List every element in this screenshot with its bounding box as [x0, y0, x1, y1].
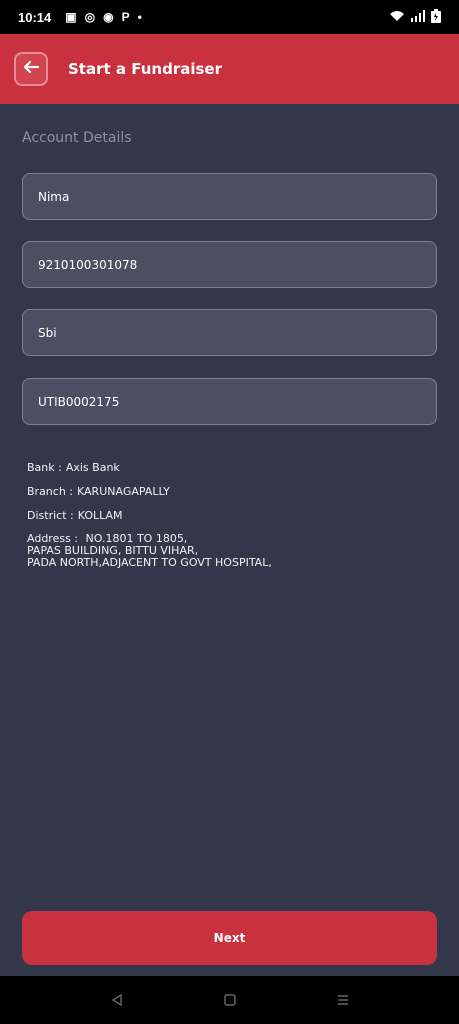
district-row: District : KOLLAM: [27, 509, 272, 522]
arrow-left-icon: [22, 58, 40, 81]
bank-row: Bank : Axis Bank: [27, 461, 272, 474]
page-title: Start a Fundraiser: [68, 60, 222, 78]
p-icon: P: [121, 10, 130, 24]
section-title: Account Details: [22, 130, 132, 146]
system-nav-bar: [0, 976, 459, 1024]
signal-icon: [411, 9, 425, 25]
status-time: 10:14: [18, 9, 52, 25]
branch-label: Branch :: [27, 485, 74, 498]
back-button[interactable]: [14, 52, 48, 86]
status-right: [389, 8, 441, 26]
district-value: KOLLAM: [77, 509, 123, 522]
ifsc-value: UTIB0002175: [38, 394, 120, 409]
bank-details: Bank : Axis Bank Branch : KARUNAGAPALLY …: [27, 461, 272, 580]
branch-value: KARUNAGAPALLY: [77, 485, 170, 498]
dot-icon: •: [137, 10, 142, 24]
app-bar: Start a Fundraiser: [0, 34, 459, 104]
main-content: Account Details Nima 9210100301078 Sbi U…: [0, 104, 459, 976]
account-holder-value: Nima: [38, 189, 70, 204]
recents-nav-icon[interactable]: [331, 988, 355, 1012]
bank-name-field[interactable]: Sbi: [22, 309, 437, 356]
account-number-value: 9210100301078: [38, 257, 138, 272]
wifi-icon: [389, 10, 405, 25]
bank-label: Bank :: [27, 461, 62, 474]
status-bar: 10:14 ▣ ◎ ◉ P •: [0, 0, 459, 34]
next-button[interactable]: Next: [22, 911, 437, 965]
account-holder-field[interactable]: Nima: [22, 173, 437, 220]
bank-name-value: Sbi: [38, 325, 57, 340]
bank-value: Axis Bank: [65, 461, 120, 474]
app-icon: ◉: [103, 10, 114, 24]
address-line3: PADA NORTH,ADJACENT TO GOVT HOSPITAL,: [27, 556, 272, 569]
account-number-field[interactable]: 9210100301078: [22, 241, 437, 288]
battery-icon: [431, 8, 441, 26]
home-nav-icon[interactable]: [218, 988, 242, 1012]
district-label: District :: [27, 509, 74, 522]
branch-row: Branch : KARUNAGAPALLY: [27, 485, 272, 498]
back-nav-icon[interactable]: [105, 988, 129, 1012]
address-row: Address : NO.1801 TO 1805, PAPAS BUILDIN…: [27, 533, 272, 569]
ifsc-field[interactable]: UTIB0002175: [22, 378, 437, 425]
whatsapp-icon: ◎: [84, 10, 96, 24]
message-icon: ▣: [65, 10, 77, 24]
status-left: 10:14 ▣ ◎ ◉ P •: [18, 10, 142, 25]
